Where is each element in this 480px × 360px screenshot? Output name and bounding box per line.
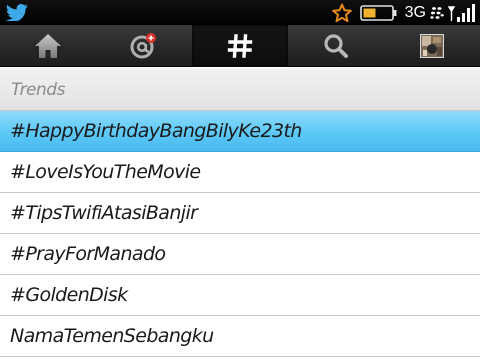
trend-item[interactable]: #TipsTwifiAtasiBanjir	[0, 193, 480, 234]
network-type-label: 3G	[404, 3, 426, 21]
twitter-bird-icon	[5, 4, 28, 21]
trend-item[interactable]: #HappyBirthdayBangBilyKe23th	[0, 111, 480, 152]
trend-item[interactable]: #PrayForManado	[0, 234, 480, 275]
trend-label: #HappyBirthdayBangBilyKe23th	[10, 120, 302, 142]
tab-mentions[interactable]	[96, 25, 192, 67]
signal-bars-icon	[448, 3, 475, 22]
trend-list: #HappyBirthdayBangBilyKe23th #LoveIsYouT…	[0, 111, 480, 357]
tab-trends[interactable]	[192, 25, 288, 67]
hashtag-icon	[227, 34, 253, 58]
status-bar: 3G	[0, 0, 480, 25]
trend-item[interactable]: #LoveIsYouTheMovie	[0, 152, 480, 193]
section-title: Trends	[11, 80, 65, 100]
trend-label: #GoldenDisk	[10, 284, 128, 306]
nav-bar	[0, 25, 480, 67]
star-icon	[331, 3, 352, 22]
trend-label: #PrayForManado	[10, 243, 166, 265]
section-header: Trends	[0, 68, 480, 111]
search-icon	[324, 34, 348, 58]
trend-label: #TipsTwifiAtasiBanjir	[10, 202, 198, 224]
mentions-icon	[130, 33, 156, 59]
tab-home[interactable]	[0, 25, 96, 67]
trend-label: #LoveIsYouTheMovie	[10, 161, 201, 183]
home-icon	[35, 34, 61, 58]
blackberry-icon	[430, 6, 444, 19]
trend-label: NamaTemenSebangku	[10, 325, 214, 347]
profile-avatar-icon	[420, 34, 444, 58]
tab-search[interactable]	[288, 25, 384, 67]
tab-profile[interactable]	[384, 25, 480, 67]
trend-item[interactable]: NamaTemenSebangku	[0, 316, 480, 357]
trend-item[interactable]: #GoldenDisk	[0, 275, 480, 316]
battery-icon	[359, 4, 397, 21]
